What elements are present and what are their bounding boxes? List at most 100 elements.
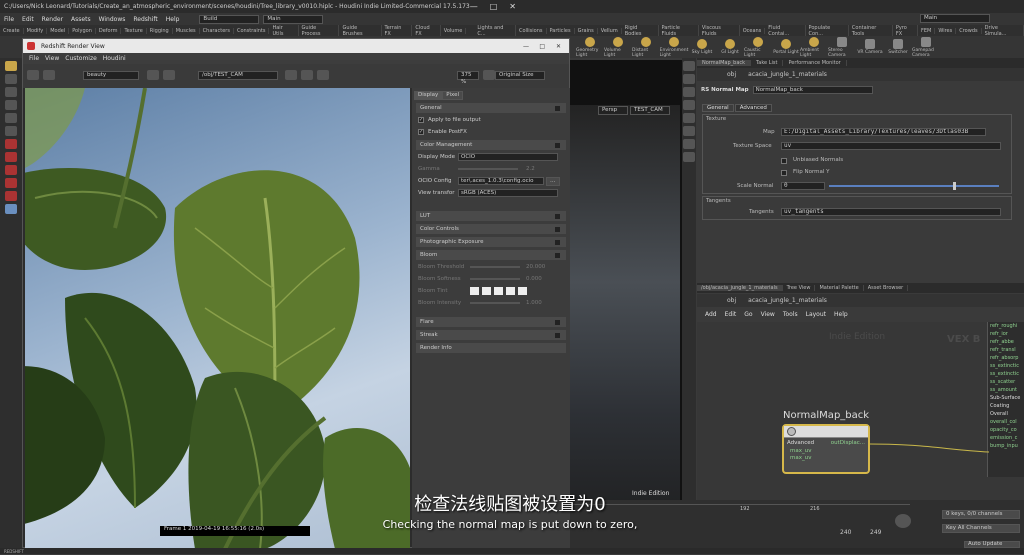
tab-advanced[interactable]: Advanced (734, 104, 772, 112)
path-material[interactable]: acacia_jungle_1_materials (748, 71, 827, 78)
shelf-tab[interactable]: Modify (24, 27, 48, 34)
shelf-tab[interactable]: Polygon (69, 27, 96, 34)
tab-display[interactable]: Display (414, 90, 443, 100)
path-obj[interactable]: obj (727, 71, 736, 78)
pose-tool-icon[interactable] (5, 126, 17, 136)
tab-network-path[interactable]: /obj/acacia_jungle_1_materials (697, 285, 783, 291)
map-field[interactable]: E:/Digital_Assets_Library/Textures/leave… (781, 128, 986, 136)
playback-options-icon[interactable] (895, 514, 911, 528)
tab-performance-monitor[interactable]: Performance Monitor (783, 60, 847, 66)
display-option-icon[interactable] (683, 61, 695, 71)
section-photographic-exposure[interactable]: Photographic Exposure (416, 237, 566, 247)
rv-menu-file[interactable]: File (29, 55, 39, 62)
tint-swatch[interactable] (518, 287, 527, 295)
tint-swatch[interactable] (506, 287, 515, 295)
bloom-softness-slider[interactable] (470, 278, 520, 280)
net-menu-add[interactable]: Add (705, 311, 717, 318)
section-color-management[interactable]: Color Management (416, 140, 566, 150)
scale-normal-slider[interactable] (829, 185, 999, 187)
shelf-tab[interactable]: Hair Utils (269, 24, 299, 37)
snap-icon[interactable] (5, 139, 17, 149)
gamma-slider[interactable] (458, 168, 518, 170)
tab-general[interactable]: General (702, 104, 734, 112)
shelf-tab[interactable]: Fluid Contai... (765, 24, 806, 37)
shelf-tab[interactable]: Model (47, 27, 70, 34)
size-mode-select[interactable]: Original Size (495, 71, 545, 80)
shelf-tab[interactable]: Cloud FX (412, 24, 441, 37)
switcher-tool[interactable]: Switcher (884, 39, 912, 55)
shelf-tab[interactable]: Particles (547, 27, 575, 34)
display-option-icon[interactable] (683, 87, 695, 97)
shelf-tab[interactable]: Populate Con... (806, 24, 849, 37)
shelf-tab[interactable]: Volume (441, 27, 467, 34)
shelf-tab[interactable]: Rigging (147, 27, 173, 34)
display-option-icon[interactable] (683, 152, 695, 162)
menu-edit[interactable]: Edit (22, 16, 34, 23)
section-bloom[interactable]: Bloom (416, 250, 566, 260)
sky-light-tool[interactable]: Sky Light (688, 39, 716, 55)
ocio-config-field[interactable]: ter\.aces_1.0.3\config.ocio (458, 177, 544, 185)
net-menu-go[interactable]: Go (744, 311, 752, 318)
net-menu-help[interactable]: Help (834, 311, 848, 318)
bloom-intensity-slider[interactable] (470, 302, 520, 304)
tint-swatch[interactable] (494, 287, 503, 295)
snapshot-icon[interactable] (147, 70, 159, 80)
shelf-tab[interactable]: Terrain FX (382, 24, 413, 37)
shelf-tab[interactable]: Muscles (173, 27, 200, 34)
menu-redshift[interactable]: Redshift (133, 16, 157, 23)
close-icon[interactable]: ✕ (509, 2, 516, 11)
portal-light-tool[interactable]: Portal Light (772, 39, 800, 55)
rv-menu-customize[interactable]: Customize (65, 55, 97, 62)
persp-menu[interactable]: Persp (598, 106, 628, 115)
shelf-tab[interactable]: Pyro FX (893, 24, 919, 37)
close-icon[interactable]: ✕ (556, 43, 561, 50)
gamepad-camera-tool[interactable]: Gamepad Camera (912, 36, 940, 58)
path-material[interactable]: acacia_jungle_1_materials (748, 297, 827, 304)
auto-update-button[interactable]: Auto Update (964, 541, 1020, 548)
snap-grid-icon[interactable] (5, 152, 17, 162)
shelf-tab[interactable]: Create (0, 27, 24, 34)
tab-pixel[interactable]: Pixel (442, 90, 464, 100)
section-flare[interactable]: Flare (416, 317, 566, 327)
camera-menu[interactable]: TEST_CAM (630, 106, 670, 115)
gi-light-tool[interactable]: GI Light (716, 39, 744, 55)
shelf-tab[interactable]: Lights and C... (474, 24, 516, 37)
desktop-main-select[interactable]: Main (263, 14, 324, 24)
tab-take-list[interactable]: Take List (751, 60, 784, 66)
net-menu-layout[interactable]: Layout (806, 311, 826, 318)
distant-light-tool[interactable]: Distant Light (632, 36, 660, 58)
minimize-icon[interactable]: — (470, 2, 478, 11)
tab-material-palette[interactable]: Material Palette (815, 285, 864, 291)
normalmap-node[interactable]: Advanced outDisplac... max_uv max_uv (782, 424, 870, 474)
scale-normal-field[interactable]: 0 (781, 182, 825, 190)
vr-camera-tool[interactable]: VR Camera (856, 39, 884, 55)
path-obj[interactable]: obj (727, 297, 736, 304)
display-mode-select[interactable]: OCIO (458, 153, 558, 161)
shelf-tab[interactable]: Characters (200, 27, 234, 34)
section-streak[interactable]: Streak (416, 330, 566, 340)
shelf-tab[interactable]: Guide Brushes (339, 24, 382, 37)
magnet-icon[interactable] (5, 191, 17, 201)
shelf-tab[interactable]: Collisions (516, 27, 547, 34)
display-option-icon[interactable] (683, 113, 695, 123)
handle-tool-icon[interactable] (5, 113, 17, 123)
aov-select[interactable]: beauty (83, 71, 139, 80)
menu-help[interactable]: Help (166, 16, 180, 23)
slider-handle[interactable] (953, 182, 956, 190)
shelf-tab[interactable]: Container Tools (849, 24, 893, 37)
display-option-icon[interactable] (683, 100, 695, 110)
tab-asset-browser[interactable]: Asset Browser (864, 285, 909, 291)
menu-windows[interactable]: Windows (99, 16, 126, 23)
shelf-tab[interactable]: Rigid Bodies (622, 24, 659, 37)
net-menu-view[interactable]: View (761, 311, 775, 318)
section-lut[interactable]: LUT (416, 211, 566, 221)
render-image[interactable]: Frame 1 2019-04-19 16:55:16 (2.0s) (25, 88, 410, 549)
section-render-info[interactable]: Render Info (416, 343, 566, 353)
tint-swatch[interactable] (482, 287, 491, 295)
display-option-icon[interactable] (683, 139, 695, 149)
unbiased-checkbox[interactable] (781, 158, 787, 164)
flip-normal-checkbox[interactable] (781, 170, 787, 176)
view-icon[interactable] (5, 204, 17, 214)
zoom-icon[interactable] (483, 70, 495, 80)
menu-file[interactable]: File (4, 16, 14, 23)
